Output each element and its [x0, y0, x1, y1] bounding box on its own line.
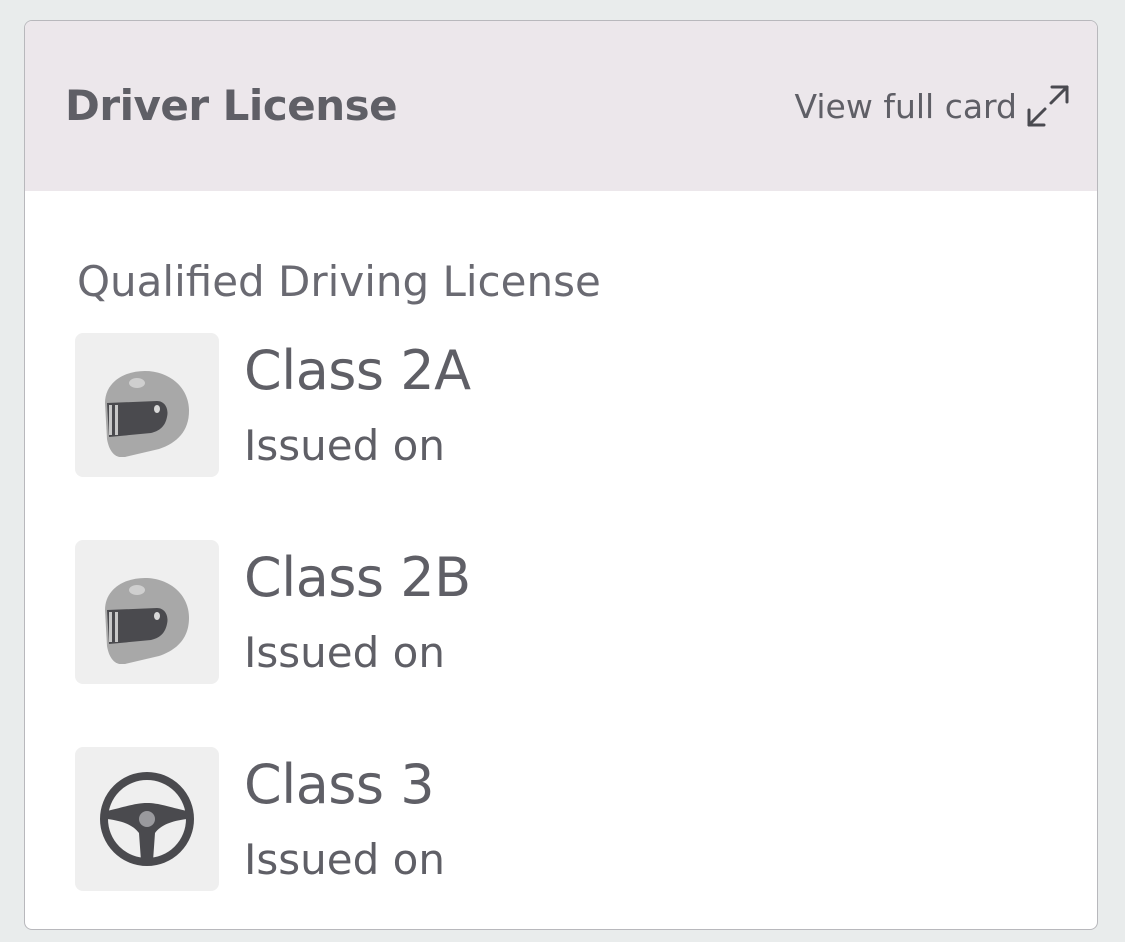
license-icon-tile [75, 747, 219, 891]
card-title: Driver License [65, 81, 398, 130]
issued-on-label: Issued on [244, 835, 445, 884]
license-class-name: Class 2A [244, 339, 471, 402]
issued-on-label: Issued on [244, 421, 445, 470]
card-header: Driver License View full card [25, 21, 1097, 191]
license-item-class-2b: Class 2B Issued on [75, 540, 1055, 684]
motorcycle-helmet-icon [105, 371, 189, 457]
motorcycle-helmet-icon [105, 578, 189, 664]
license-icon-tile [75, 333, 219, 477]
license-item-class-2a: Class 2A Issued on [75, 333, 1055, 477]
license-list: Class 2A Issued on Class 2B Issued on Cl… [75, 333, 1055, 929]
view-full-card-label: View full card [794, 86, 1017, 126]
expand-icon [1025, 83, 1071, 129]
section-label: Qualified Driving License [77, 257, 601, 306]
issued-on-label: Issued on [244, 628, 445, 677]
license-class-name: Class 3 [244, 753, 435, 816]
license-icon-tile [75, 540, 219, 684]
view-full-card-link[interactable]: View full card [795, 81, 1071, 131]
driver-license-card: Driver License View full card Qualified … [24, 20, 1098, 930]
steering-wheel-icon [100, 772, 194, 866]
license-class-name: Class 2B [244, 546, 471, 609]
license-item-class-3: Class 3 Issued on [75, 747, 1055, 891]
